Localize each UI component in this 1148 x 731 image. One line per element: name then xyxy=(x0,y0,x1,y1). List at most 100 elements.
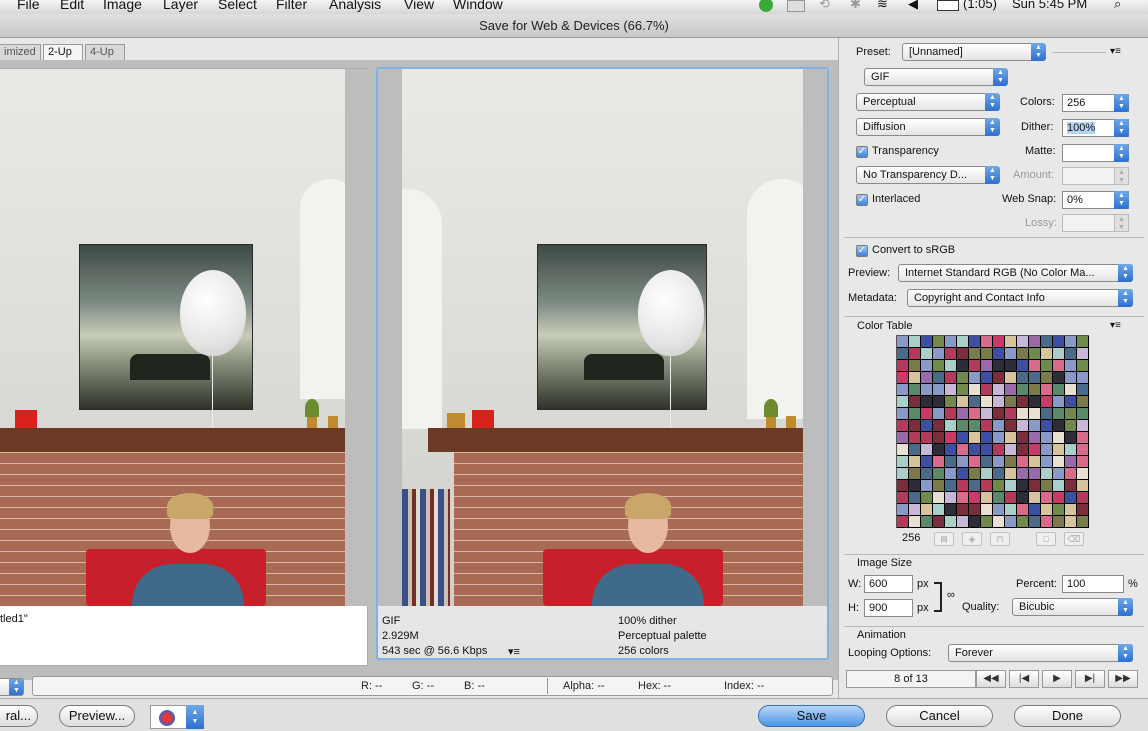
color-swatch[interactable] xyxy=(1065,348,1077,360)
color-swatch[interactable] xyxy=(1053,420,1065,432)
color-swatch[interactable] xyxy=(1005,372,1017,384)
color-swatch[interactable] xyxy=(1017,468,1029,480)
preview-button[interactable]: Preview... xyxy=(59,705,135,727)
color-table-menu-icon[interactable]: ▾≡ xyxy=(1110,320,1121,331)
color-swatch[interactable] xyxy=(1029,348,1041,360)
color-swatch[interactable] xyxy=(993,348,1005,360)
color-swatch[interactable] xyxy=(909,348,921,360)
color-swatch[interactable] xyxy=(1029,432,1041,444)
color-swatch[interactable] xyxy=(981,468,993,480)
color-swatch[interactable] xyxy=(1029,408,1041,420)
color-swatch[interactable] xyxy=(897,420,909,432)
color-swatch[interactable] xyxy=(957,348,969,360)
color-swatch[interactable] xyxy=(969,408,981,420)
color-swatch[interactable] xyxy=(897,516,909,528)
color-swatch[interactable] xyxy=(897,504,909,516)
color-swatch[interactable] xyxy=(909,420,921,432)
last-frame-icon[interactable]: ▶▶ xyxy=(1108,670,1138,688)
color-swatch[interactable] xyxy=(909,396,921,408)
color-swatch[interactable] xyxy=(969,492,981,504)
color-swatch[interactable] xyxy=(957,420,969,432)
color-swatch[interactable] xyxy=(957,480,969,492)
color-swatch[interactable] xyxy=(993,492,1005,504)
color-swatch[interactable] xyxy=(1065,360,1077,372)
color-swatch[interactable] xyxy=(1077,468,1089,480)
color-swatch[interactable] xyxy=(1077,420,1089,432)
chain-link-icon[interactable]: ∞ xyxy=(947,589,955,601)
preview-profile-select[interactable]: Internet Standard RGB (No Color Ma... xyxy=(898,264,1133,282)
save-button[interactable]: Save xyxy=(758,705,865,727)
color-swatch[interactable] xyxy=(1053,348,1065,360)
dither-algorithm-select[interactable]: Diffusion xyxy=(856,118,999,136)
color-swatch[interactable] xyxy=(933,336,945,348)
color-swatch[interactable] xyxy=(1041,480,1053,492)
color-swatch[interactable] xyxy=(1017,360,1029,372)
color-swatch[interactable] xyxy=(909,336,921,348)
color-swatch[interactable] xyxy=(933,384,945,396)
color-swatch[interactable] xyxy=(933,480,945,492)
color-swatch[interactable] xyxy=(1005,348,1017,360)
color-swatch[interactable] xyxy=(981,420,993,432)
color-swatch[interactable] xyxy=(957,456,969,468)
color-swatch[interactable] xyxy=(909,372,921,384)
color-swatch[interactable] xyxy=(1005,456,1017,468)
color-swatch[interactable] xyxy=(981,504,993,516)
volume-icon[interactable]: ◀ xyxy=(908,0,918,12)
color-swatch[interactable] xyxy=(909,456,921,468)
interlaced-checkbox[interactable]: ✓ xyxy=(856,194,868,206)
color-swatch[interactable] xyxy=(1017,408,1029,420)
format-select[interactable]: GIF xyxy=(864,68,1007,86)
color-swatch[interactable] xyxy=(909,408,921,420)
color-swatch[interactable] xyxy=(909,384,921,396)
color-swatch[interactable] xyxy=(1053,432,1065,444)
color-swatch[interactable] xyxy=(897,384,909,396)
srgb-checkbox[interactable]: ✓ xyxy=(856,245,868,257)
color-swatch[interactable] xyxy=(1029,516,1041,528)
color-swatch[interactable] xyxy=(969,456,981,468)
color-swatch[interactable] xyxy=(1065,396,1077,408)
color-swatch[interactable] xyxy=(1017,396,1029,408)
color-swatch[interactable] xyxy=(1077,348,1089,360)
color-swatch[interactable] xyxy=(969,384,981,396)
preset-arrow-icon[interactable]: ▲ ▼ xyxy=(1031,43,1046,61)
color-swatch[interactable] xyxy=(1005,396,1017,408)
next-frame-icon[interactable]: ▶| xyxy=(1075,670,1105,688)
color-swatch[interactable] xyxy=(1029,456,1041,468)
color-swatch[interactable] xyxy=(933,444,945,456)
color-swatch[interactable] xyxy=(945,504,957,516)
color-swatch[interactable] xyxy=(921,432,933,444)
color-swatch[interactable] xyxy=(1017,444,1029,456)
color-swatch[interactable] xyxy=(981,480,993,492)
color-swatch[interactable] xyxy=(945,432,957,444)
color-swatch[interactable] xyxy=(897,396,909,408)
color-swatch[interactable] xyxy=(957,396,969,408)
cancel-button[interactable]: Cancel xyxy=(886,705,993,727)
color-swatch[interactable] xyxy=(1077,360,1089,372)
color-swatch[interactable] xyxy=(1077,456,1089,468)
color-swatch[interactable] xyxy=(1017,384,1029,396)
color-swatch[interactable] xyxy=(921,444,933,456)
first-frame-icon[interactable]: ◀◀ xyxy=(976,670,1006,688)
color-swatch[interactable] xyxy=(1053,384,1065,396)
color-swatch[interactable] xyxy=(921,492,933,504)
trans-dither-arrow-icon[interactable]: ▲ ▼ xyxy=(985,166,1000,184)
color-swatch[interactable] xyxy=(1029,372,1041,384)
color-swatch[interactable] xyxy=(945,396,957,408)
color-swatch[interactable] xyxy=(1065,456,1077,468)
color-swatch[interactable] xyxy=(1017,480,1029,492)
color-swatch[interactable] xyxy=(1065,372,1077,384)
adobe-icon[interactable] xyxy=(759,0,773,12)
original-pane[interactable]: tled1" xyxy=(0,68,368,666)
color-swatch[interactable] xyxy=(933,432,945,444)
color-swatch[interactable] xyxy=(921,408,933,420)
color-swatch[interactable] xyxy=(993,456,1005,468)
menu-window[interactable]: Window xyxy=(453,0,503,12)
color-swatch[interactable] xyxy=(957,444,969,456)
color-swatch[interactable] xyxy=(1041,408,1053,420)
color-swatch[interactable] xyxy=(1065,504,1077,516)
color-swatch[interactable] xyxy=(969,516,981,528)
color-swatch[interactable] xyxy=(1065,336,1077,348)
color-swatch[interactable] xyxy=(957,516,969,528)
color-swatch[interactable] xyxy=(1041,432,1053,444)
color-swatch[interactable] xyxy=(993,396,1005,408)
